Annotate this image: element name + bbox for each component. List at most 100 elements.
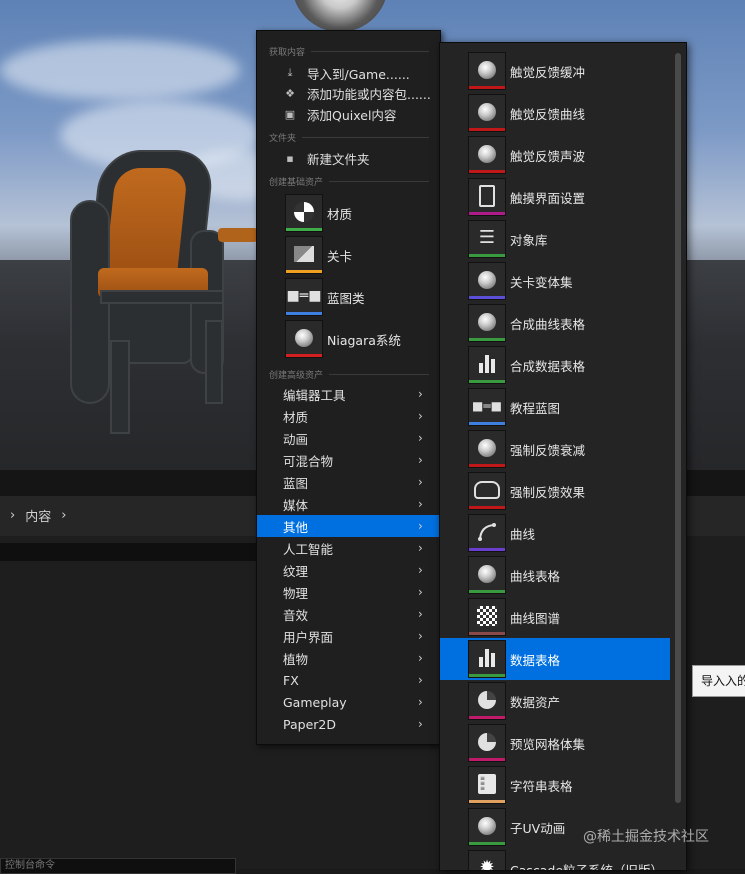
- chevron-right-icon: ›: [418, 497, 423, 511]
- string-table-icon: ≡ ≡ ≡: [468, 766, 506, 804]
- quixel-icon: ▣: [284, 107, 296, 121]
- submenu-scrollbar[interactable]: [675, 53, 681, 803]
- category-item[interactable]: 编辑器工具 ›: [257, 383, 440, 405]
- submenu-item[interactable]: 关卡变体集: [440, 260, 670, 302]
- watermark: @稀土掘金技术社区: [583, 829, 709, 845]
- category-item[interactable]: 动画 ›: [257, 427, 440, 449]
- add-feature-pack-menu-item[interactable]: ❖ 添加功能或内容包......: [283, 83, 431, 103]
- sphere-icon: [468, 136, 506, 174]
- category-item[interactable]: 植物 ›: [257, 647, 440, 669]
- chevron-right-icon[interactable]: ›: [61, 508, 66, 523]
- new-folder-menu-item[interactable]: ▪ 新建文件夹: [283, 148, 369, 168]
- chevron-right-icon[interactable]: ›: [10, 508, 15, 523]
- basic-asset-niagara[interactable]: Niagara系统: [285, 319, 401, 359]
- blueprint-icon: ■═■: [468, 388, 506, 426]
- submenu-item-label: 强制反馈效果: [510, 484, 586, 500]
- submenu-item[interactable]: 合成数据表格: [440, 344, 670, 386]
- category-item[interactable]: 蓝图 ›: [257, 471, 440, 493]
- submenu-item-label: 合成曲线表格: [510, 316, 586, 332]
- basic-asset-material[interactable]: 材质: [285, 193, 352, 233]
- console-input[interactable]: 控制台命令: [0, 858, 236, 874]
- submenu-item[interactable]: 强制反馈效果: [440, 470, 670, 512]
- category-item[interactable]: 物理 ›: [257, 581, 440, 603]
- chevron-right-icon: ›: [418, 541, 423, 555]
- submenu-item-label: 教程蓝图: [510, 400, 561, 416]
- category-label: 动画: [283, 431, 309, 447]
- submenu-item-label: 关卡变体集: [510, 274, 573, 290]
- add-feature-pack-icon: ❖: [285, 86, 295, 100]
- submenu-item[interactable]: 数据表格: [440, 638, 670, 680]
- submenu-item[interactable]: ☰ 对象库: [440, 218, 670, 260]
- breadcrumb-content[interactable]: 内容: [25, 506, 51, 525]
- category-item[interactable]: 可混合物 ›: [257, 449, 440, 471]
- category-item[interactable]: 其他 ›: [257, 515, 440, 537]
- chair-mesh[interactable]: [60, 140, 260, 440]
- submenu-item[interactable]: 曲线图谱: [440, 596, 670, 638]
- submenu-item-label: 触摸界面设置: [510, 190, 586, 206]
- content-browser-search-bar[interactable]: [0, 543, 256, 561]
- submenu-item-label: 对象库: [510, 232, 548, 248]
- chevron-right-icon: ›: [418, 431, 423, 445]
- niagara-icon: [285, 320, 323, 358]
- category-item[interactable]: 材质 ›: [257, 405, 440, 427]
- submenu-item-label: 曲线图谱: [510, 610, 561, 626]
- sphere-icon: [468, 430, 506, 468]
- category-item[interactable]: 纹理 ›: [257, 559, 440, 581]
- submenu-item[interactable]: 曲线表格: [440, 554, 670, 596]
- submenu-item[interactable]: 预览网格体集: [440, 722, 670, 764]
- basic-asset-blueprint-class[interactable]: ■═■ 蓝图类: [285, 277, 365, 317]
- submenu-item-label: 字符串表格: [510, 778, 573, 794]
- submenu-item-label: 触觉反馈缓冲: [510, 64, 586, 80]
- blueprint-class-icon: ■═■: [285, 278, 323, 316]
- submenu-item[interactable]: 强制反馈衰减: [440, 428, 670, 470]
- submenu-item-label: 触觉反馈曲线: [510, 106, 586, 122]
- category-label: 物理: [283, 585, 309, 601]
- level-icon: [285, 236, 323, 274]
- submenu-item-label: 触觉反馈声波: [510, 148, 586, 164]
- category-item[interactable]: 媒体 ›: [257, 493, 440, 515]
- import-menu-item[interactable]: ⤓ 导入到/Game......: [283, 63, 410, 83]
- side-table[interactable]: [218, 228, 258, 242]
- submenu-item-label: 数据表格: [510, 652, 561, 668]
- basic-asset-level[interactable]: 关卡: [285, 235, 352, 275]
- add-quixel-menu-item[interactable]: ▣ 添加Quixel内容: [283, 104, 397, 124]
- sphere-icon: [468, 808, 506, 846]
- chevron-right-icon: ›: [418, 629, 423, 643]
- chevron-right-icon: ›: [418, 475, 423, 489]
- category-item[interactable]: 音效 ›: [257, 603, 440, 625]
- category-item[interactable]: 人工智能 ›: [257, 537, 440, 559]
- submenu-item[interactable]: 曲线: [440, 512, 670, 554]
- stack-icon: ☰: [468, 220, 506, 258]
- category-item[interactable]: Gameplay ›: [257, 691, 440, 713]
- chevron-right-icon: ›: [418, 519, 423, 533]
- section-get-content: 获取内容: [269, 45, 429, 58]
- category-item[interactable]: 用户界面 ›: [257, 625, 440, 647]
- submenu-item[interactable]: ≡ ≡ ≡ 字符串表格: [440, 764, 670, 806]
- submenu-item[interactable]: 触摸界面设置: [440, 176, 670, 218]
- import-icon: ⤓: [287, 66, 293, 79]
- curve-icon: [468, 514, 506, 552]
- sky-sphere-gizmo[interactable]: [292, 0, 388, 32]
- submenu-item[interactable]: ■═■ 教程蓝图: [440, 386, 670, 428]
- bar-chart-icon: [468, 640, 506, 678]
- submenu-item[interactable]: 触觉反馈曲线: [440, 92, 670, 134]
- submenu-item-label: Cascade粒子系统（旧版）: [510, 862, 664, 871]
- submenu-item-label: 曲线表格: [510, 568, 561, 584]
- submenu-item-label: 合成数据表格: [510, 358, 586, 374]
- submenu-item-label: 曲线: [510, 526, 536, 542]
- category-label: FX: [283, 672, 299, 688]
- chevron-right-icon: ›: [418, 409, 423, 423]
- submenu-item[interactable]: 合成曲线表格: [440, 302, 670, 344]
- submenu-item[interactable]: 触觉反馈声波: [440, 134, 670, 176]
- sphere-icon: [468, 556, 506, 594]
- pie-icon: [468, 682, 506, 720]
- submenu-item[interactable]: 数据资产: [440, 680, 670, 722]
- category-item[interactable]: Paper2D ›: [257, 713, 440, 735]
- submenu-item[interactable]: 触觉反馈缓冲: [440, 50, 670, 92]
- category-label: 用户界面: [283, 629, 334, 645]
- section-folder: 文件夹: [269, 131, 429, 144]
- category-item[interactable]: FX ›: [257, 669, 440, 691]
- submenu-item[interactable]: ✹ Cascade粒子系统（旧版）: [440, 848, 670, 871]
- category-label: 媒体: [283, 497, 309, 513]
- chevron-right-icon: ›: [418, 453, 423, 467]
